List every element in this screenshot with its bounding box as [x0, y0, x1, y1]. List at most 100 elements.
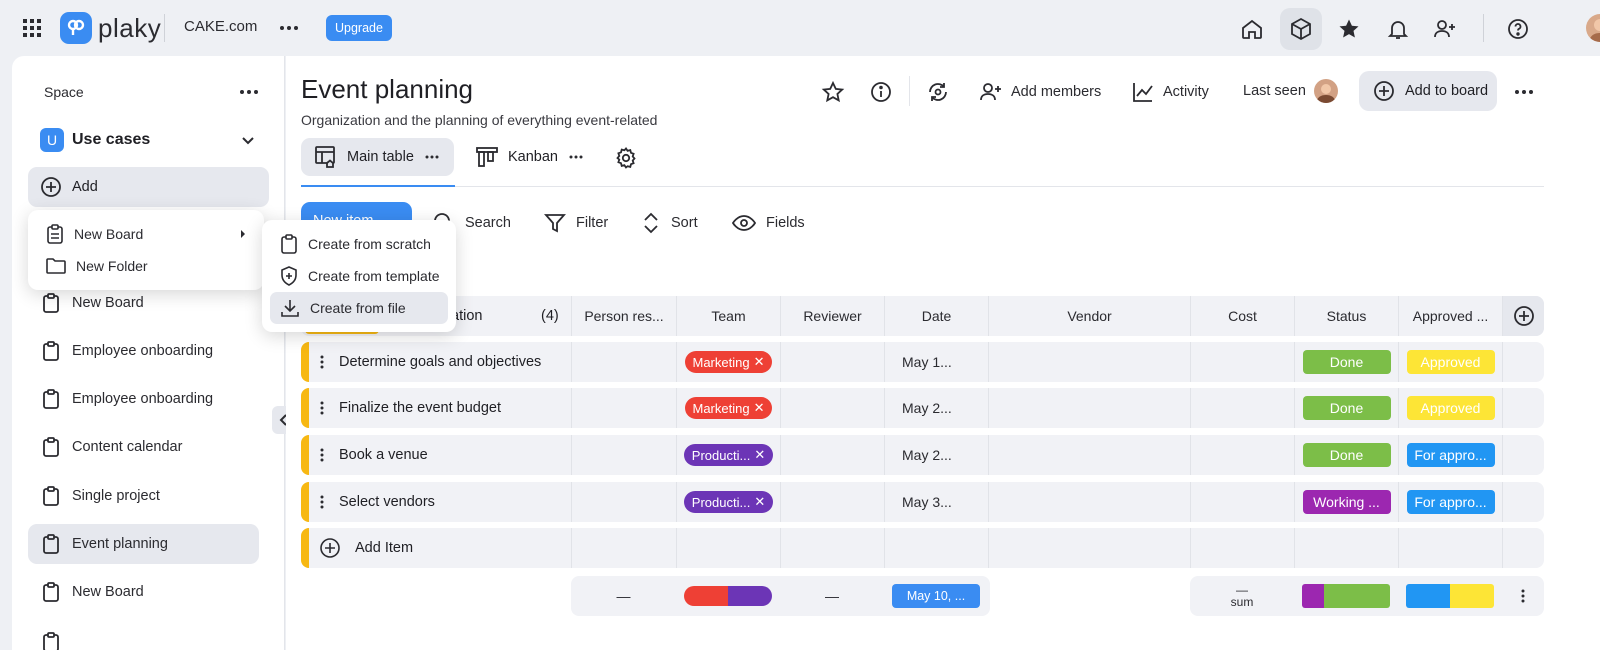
sync-icon[interactable] — [926, 80, 950, 104]
cube-icon[interactable] — [1280, 8, 1322, 50]
fields-button[interactable]: Fields — [732, 212, 805, 234]
tab-more-icon[interactable] — [568, 150, 584, 164]
item-name-cell[interactable]: Book a venue — [319, 435, 428, 475]
status-cell[interactable]: Done — [1294, 435, 1398, 475]
team-cell[interactable]: Marketing ✕ — [676, 388, 780, 428]
approved-cell[interactable]: For appro... — [1398, 435, 1502, 475]
column-header-vendor[interactable]: Vendor — [988, 296, 1190, 336]
summary-more-icon[interactable] — [1502, 576, 1544, 616]
person-cell[interactable] — [571, 342, 676, 382]
sidebar-item-board[interactable]: Single project — [28, 476, 259, 516]
sidebar-item-board[interactable]: Employee onboarding — [28, 379, 259, 419]
help-icon[interactable] — [1503, 14, 1533, 44]
upgrade-button[interactable]: Upgrade — [326, 15, 392, 41]
table-row[interactable]: Finalize the event budget Marketing ✕ May… — [301, 388, 1544, 428]
favorite-star-icon[interactable] — [821, 80, 845, 104]
menu-item-create-from-file[interactable]: Create from file — [270, 292, 448, 324]
vendor-cell[interactable] — [988, 342, 1190, 382]
table-row[interactable]: Book a venue Producti... ✕ May 2... Done … — [301, 435, 1544, 475]
sort-button[interactable]: Sort — [641, 212, 698, 234]
approved-cell[interactable]: Approved — [1398, 342, 1502, 382]
table-row[interactable]: Select vendors Producti... ✕ May 3... Wor… — [301, 482, 1544, 522]
team-tag[interactable]: Producti... ✕ — [683, 444, 774, 466]
menu-item-new-folder[interactable]: New Folder — [36, 250, 256, 282]
status-cell[interactable]: Done — [1294, 388, 1398, 428]
cost-cell[interactable] — [1190, 342, 1294, 382]
person-cell[interactable] — [571, 388, 676, 428]
approved-cell[interactable]: Approved — [1398, 388, 1502, 428]
home-icon[interactable] — [1237, 14, 1267, 44]
star-icon[interactable] — [1334, 14, 1364, 44]
last-seen[interactable]: Last seen — [1243, 79, 1338, 103]
add-item-row[interactable]: Add Item — [301, 528, 1544, 568]
space-more-icon[interactable] — [238, 84, 260, 100]
item-name-cell[interactable]: Determine goals and objectives — [319, 342, 541, 382]
person-cell[interactable] — [571, 482, 676, 522]
item-name-cell[interactable]: Finalize the event budget — [319, 388, 501, 428]
team-tag[interactable]: Marketing ✕ — [684, 397, 773, 419]
menu-item-new-board[interactable]: New Board — [36, 218, 256, 250]
bell-icon[interactable] — [1383, 14, 1413, 44]
table-row[interactable]: Determine goals and objectives Marketing… — [301, 342, 1544, 382]
app-logo[interactable]: plaky — [60, 12, 161, 44]
column-header-approved[interactable]: Approved ... — [1398, 296, 1502, 336]
reviewer-cell[interactable] — [780, 342, 884, 382]
view-settings-gear-icon[interactable] — [614, 146, 638, 170]
date-cell[interactable]: May 2... — [884, 435, 988, 475]
sidebar-item-board[interactable]: New Board — [28, 572, 259, 612]
sidebar-item-board[interactable]: Employee onboarding — [28, 331, 259, 371]
filter-button[interactable]: Filter — [544, 212, 608, 234]
chevron-down-icon[interactable] — [240, 132, 256, 148]
apps-grid-icon[interactable] — [20, 16, 44, 40]
approved-cell[interactable]: For appro... — [1398, 482, 1502, 522]
remove-x-icon[interactable]: ✕ — [754, 447, 765, 463]
vendor-cell[interactable] — [988, 482, 1190, 522]
row-menu-icon[interactable] — [319, 355, 325, 369]
activity-button[interactable]: Activity — [1131, 80, 1209, 104]
menu-item-create-from-scratch[interactable]: Create from scratch — [270, 228, 448, 260]
column-header-person[interactable]: Person res... — [571, 296, 676, 336]
cost-cell[interactable] — [1190, 388, 1294, 428]
status-cell[interactable]: Working ... — [1294, 482, 1398, 522]
sidebar-item-board[interactable]: Content calendar — [28, 427, 259, 467]
reviewer-cell[interactable] — [780, 435, 884, 475]
row-menu-icon[interactable] — [319, 495, 325, 509]
row-menu-icon[interactable] — [319, 448, 325, 462]
sidebar-item-board-partial[interactable] — [28, 622, 259, 650]
team-cell[interactable]: Producti... ✕ — [676, 482, 780, 522]
column-header-date[interactable]: Date — [884, 296, 988, 336]
vendor-cell[interactable] — [988, 388, 1190, 428]
team-tag[interactable]: Producti... ✕ — [683, 491, 774, 513]
tab-more-icon[interactable] — [424, 150, 440, 164]
menu-item-create-from-template[interactable]: Create from template — [270, 260, 448, 292]
add-column-button[interactable] — [1502, 296, 1544, 336]
add-user-icon[interactable] — [1430, 14, 1460, 44]
date-cell[interactable]: May 3... — [884, 482, 988, 522]
workspace-name[interactable]: CAKE.com — [184, 18, 257, 35]
user-avatar[interactable] — [1586, 14, 1600, 42]
remove-x-icon[interactable]: ✕ — [754, 354, 765, 370]
remove-x-icon[interactable]: ✕ — [754, 400, 765, 416]
item-name-cell[interactable]: Select vendors — [319, 482, 435, 522]
column-header-status[interactable]: Status — [1294, 296, 1398, 336]
more-icon[interactable] — [278, 18, 300, 38]
row-menu-icon[interactable] — [319, 401, 325, 415]
date-cell[interactable]: May 2... — [884, 388, 988, 428]
board-more-icon[interactable] — [1513, 82, 1535, 102]
team-cell[interactable]: Producti... ✕ — [676, 435, 780, 475]
workspace-selector[interactable]: U Use cases — [40, 128, 150, 152]
team-tag[interactable]: Marketing ✕ — [684, 351, 773, 373]
sidebar-item-event-planning[interactable]: Event planning — [28, 524, 259, 564]
remove-x-icon[interactable]: ✕ — [754, 494, 765, 510]
tab-kanban[interactable]: Kanban — [476, 146, 584, 168]
column-header-team[interactable]: Team — [676, 296, 780, 336]
vendor-cell[interactable] — [988, 435, 1190, 475]
add-members-button[interactable]: Add members — [979, 80, 1101, 104]
add-button[interactable]: Add — [28, 167, 269, 207]
cost-cell[interactable] — [1190, 482, 1294, 522]
info-icon[interactable] — [869, 80, 893, 104]
date-cell[interactable]: May 1... — [884, 342, 988, 382]
add-item-button[interactable]: Add Item — [319, 528, 413, 568]
team-cell[interactable]: Marketing ✕ — [676, 342, 780, 382]
person-cell[interactable] — [571, 435, 676, 475]
